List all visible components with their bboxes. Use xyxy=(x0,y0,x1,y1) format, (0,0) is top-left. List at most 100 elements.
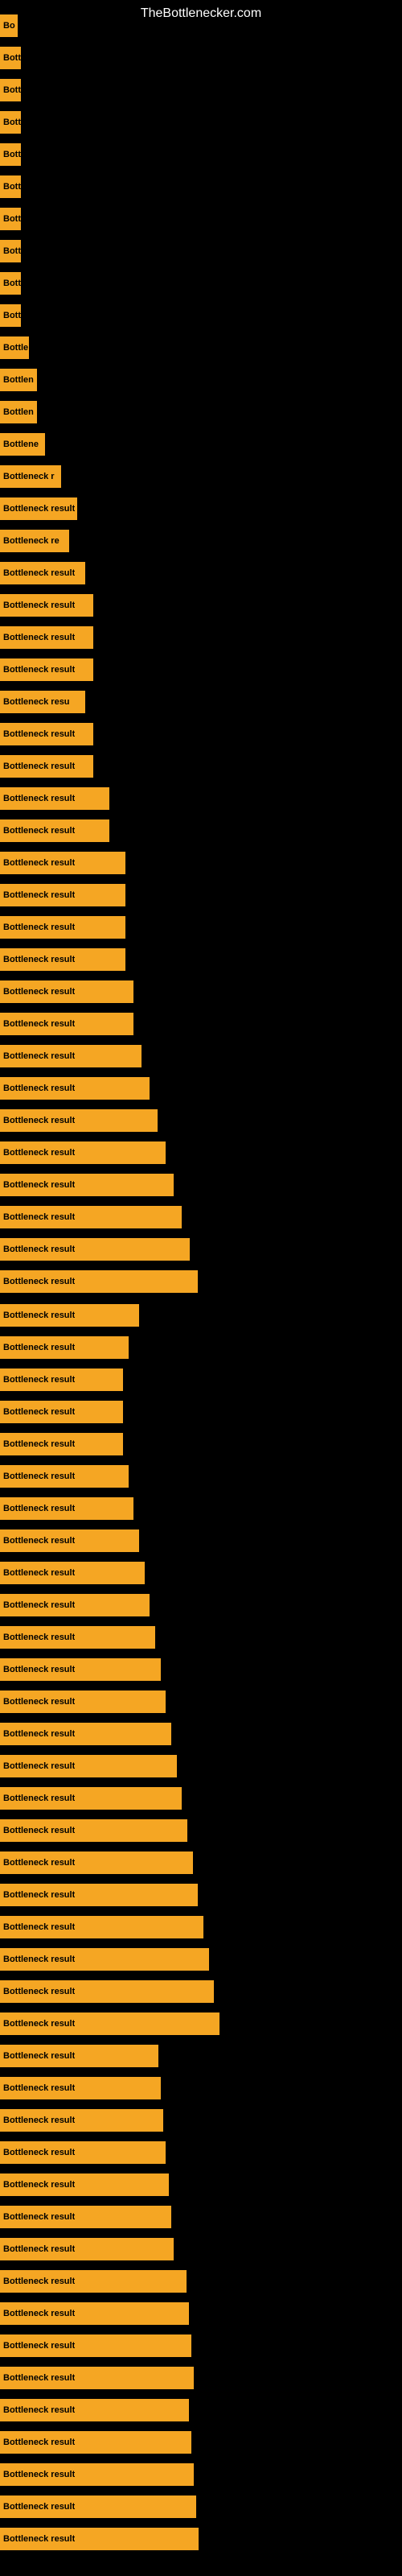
bar-item: Bottleneck result xyxy=(0,1238,190,1261)
bar-item: Bottleneck result xyxy=(0,2431,191,2454)
bar-label: Bottleneck result xyxy=(3,1729,75,1739)
bar-label: Bottleneck result xyxy=(3,1890,75,1900)
bar-label: Bottleneck result xyxy=(3,1955,75,1964)
bar-item: Bottleneck re xyxy=(0,530,69,552)
bar-item: Bottleneck result xyxy=(0,2270,187,2293)
bar-item: Bott xyxy=(0,79,21,101)
bar-label: Bottleneck result xyxy=(3,2277,75,2286)
bar-label: Bottleneck result xyxy=(3,1343,75,1352)
bar-label: Bottleneck result xyxy=(3,568,75,578)
bar-label: Bottleneck result xyxy=(3,1212,75,1222)
bar-label: Bottle xyxy=(3,343,28,353)
bar-item: Bottleneck result xyxy=(0,2045,158,2067)
bar-item: Bottleneck result xyxy=(0,1916,203,1938)
bar-label: Bottleneck result xyxy=(3,2116,75,2125)
bar-item: Bott xyxy=(0,240,21,262)
bar-item: Bottleneck result xyxy=(0,1336,129,1359)
bar-label: Bottleneck result xyxy=(3,2212,75,2222)
bar-label: Bottleneck result xyxy=(3,2180,75,2190)
bar-label: Bottleneck result xyxy=(3,858,75,868)
bar-label: Bott xyxy=(3,53,21,63)
bar-label: Bottlen xyxy=(3,407,34,417)
bar-label: Bottleneck result xyxy=(3,2051,75,2061)
bar-label: Bottlene xyxy=(3,440,39,449)
bar-item: Bottleneck result xyxy=(0,1270,198,1293)
bar-item: Bottleneck result xyxy=(0,1174,174,1196)
bar-item: Bottleneck result xyxy=(0,884,125,906)
bar-label: Bottlen xyxy=(3,375,34,385)
bar-label: Bottleneck result xyxy=(3,1504,75,1513)
bar-label: Bottleneck result xyxy=(3,1311,75,1320)
bar-item: Bottlen xyxy=(0,369,37,391)
bar-item: Bottleneck result xyxy=(0,819,109,842)
bar-item: Bottleneck result xyxy=(0,1787,182,1810)
bar-label: Bottleneck result xyxy=(3,1858,75,1868)
bar-label: Bottleneck result xyxy=(3,2019,75,2029)
bar-item: Bottleneck result xyxy=(0,1013,133,1035)
bar-item: Bottleneck result xyxy=(0,1368,123,1391)
bar-item: Bott xyxy=(0,304,21,327)
bar-label: Bott xyxy=(3,279,21,288)
bar-label: Bottleneck result xyxy=(3,2148,75,2157)
bar-label: Bottleneck result xyxy=(3,955,75,964)
bar-item: Bottleneck result xyxy=(0,2528,199,2550)
bar-item: Bottleneck result xyxy=(0,2013,219,2035)
bar-label: Bottleneck re xyxy=(3,536,59,546)
bar-item: Bottleneck result xyxy=(0,1723,171,1745)
bar-item: Bottlene xyxy=(0,433,45,456)
bar-item: Bottleneck result xyxy=(0,1594,150,1616)
bar-label: Bottleneck result xyxy=(3,987,75,997)
bar-label: Bottleneck result xyxy=(3,1180,75,1190)
bar-item: Bottleneck result xyxy=(0,2174,169,2196)
bar-item: Bottleneck result xyxy=(0,2109,163,2132)
bar-label: Bottleneck result xyxy=(3,1245,75,1254)
bar-label: Bottleneck result xyxy=(3,1051,75,1061)
bar-label: Bottleneck result xyxy=(3,2405,75,2415)
bar-item: Bottleneck result xyxy=(0,787,109,810)
bar-item: Bottleneck result xyxy=(0,1497,133,1520)
bar-item: Bottleneck resu xyxy=(0,691,85,713)
bar-item: Bott xyxy=(0,47,21,69)
bar-label: Bott xyxy=(3,311,21,320)
bar-label: Bottleneck result xyxy=(3,2083,75,2093)
bar-label: Bottleneck result xyxy=(3,504,75,514)
bar-item: Bottleneck result xyxy=(0,2302,189,2325)
bar-item: Bottleneck result xyxy=(0,1562,145,1584)
bar-item: Bottleneck r xyxy=(0,465,61,488)
bar-label: Bottleneck result xyxy=(3,1472,75,1481)
bar-label: Bottleneck result xyxy=(3,2244,75,2254)
bar-label: Bottleneck result xyxy=(3,2534,75,2544)
bar-item: Bottleneck result xyxy=(0,2077,161,2099)
bar-label: Bottleneck result xyxy=(3,1407,75,1417)
bar-label: Bottleneck result xyxy=(3,2502,75,2512)
bar-item: Bottlen xyxy=(0,401,37,423)
bar-item: Bottleneck result xyxy=(0,1626,155,1649)
bar-label: Bott xyxy=(3,182,21,192)
bar-label: Bottleneck result xyxy=(3,1148,75,1158)
bar-item: Bottleneck result xyxy=(0,980,133,1003)
bar-item: Bottleneck result xyxy=(0,755,93,778)
bar-label: Bottleneck result xyxy=(3,2373,75,2383)
bar-label: Bottleneck result xyxy=(3,2309,75,2318)
bar-label: Bottleneck result xyxy=(3,1794,75,1803)
bar-label: Bottleneck result xyxy=(3,1826,75,1835)
bar-label: Bottleneck result xyxy=(3,633,75,642)
bar-label: Bott xyxy=(3,118,21,127)
bar-item: Bottle xyxy=(0,336,29,359)
bar-label: Bottleneck result xyxy=(3,1536,75,1546)
bar-item: Bottleneck result xyxy=(0,2238,174,2260)
site-title: TheBottlenecker.com xyxy=(0,0,402,27)
bar-label: Bott xyxy=(3,246,21,256)
bar-item: Bottleneck result xyxy=(0,1433,123,1455)
bar-item: Bottleneck result xyxy=(0,594,93,617)
bar-item: Bott xyxy=(0,208,21,230)
bar-label: Bottleneck result xyxy=(3,601,75,610)
bar-item: Bott xyxy=(0,175,21,198)
bar-item: Bottleneck result xyxy=(0,1304,139,1327)
bar-label: Bottleneck result xyxy=(3,1277,75,1286)
bar-item: Bottleneck result xyxy=(0,2463,194,2486)
bar-item: Bottleneck result xyxy=(0,1755,177,1777)
bar-item: Bo xyxy=(0,14,18,37)
bar-item: Bott xyxy=(0,272,21,295)
bar-label: Bottleneck result xyxy=(3,923,75,932)
